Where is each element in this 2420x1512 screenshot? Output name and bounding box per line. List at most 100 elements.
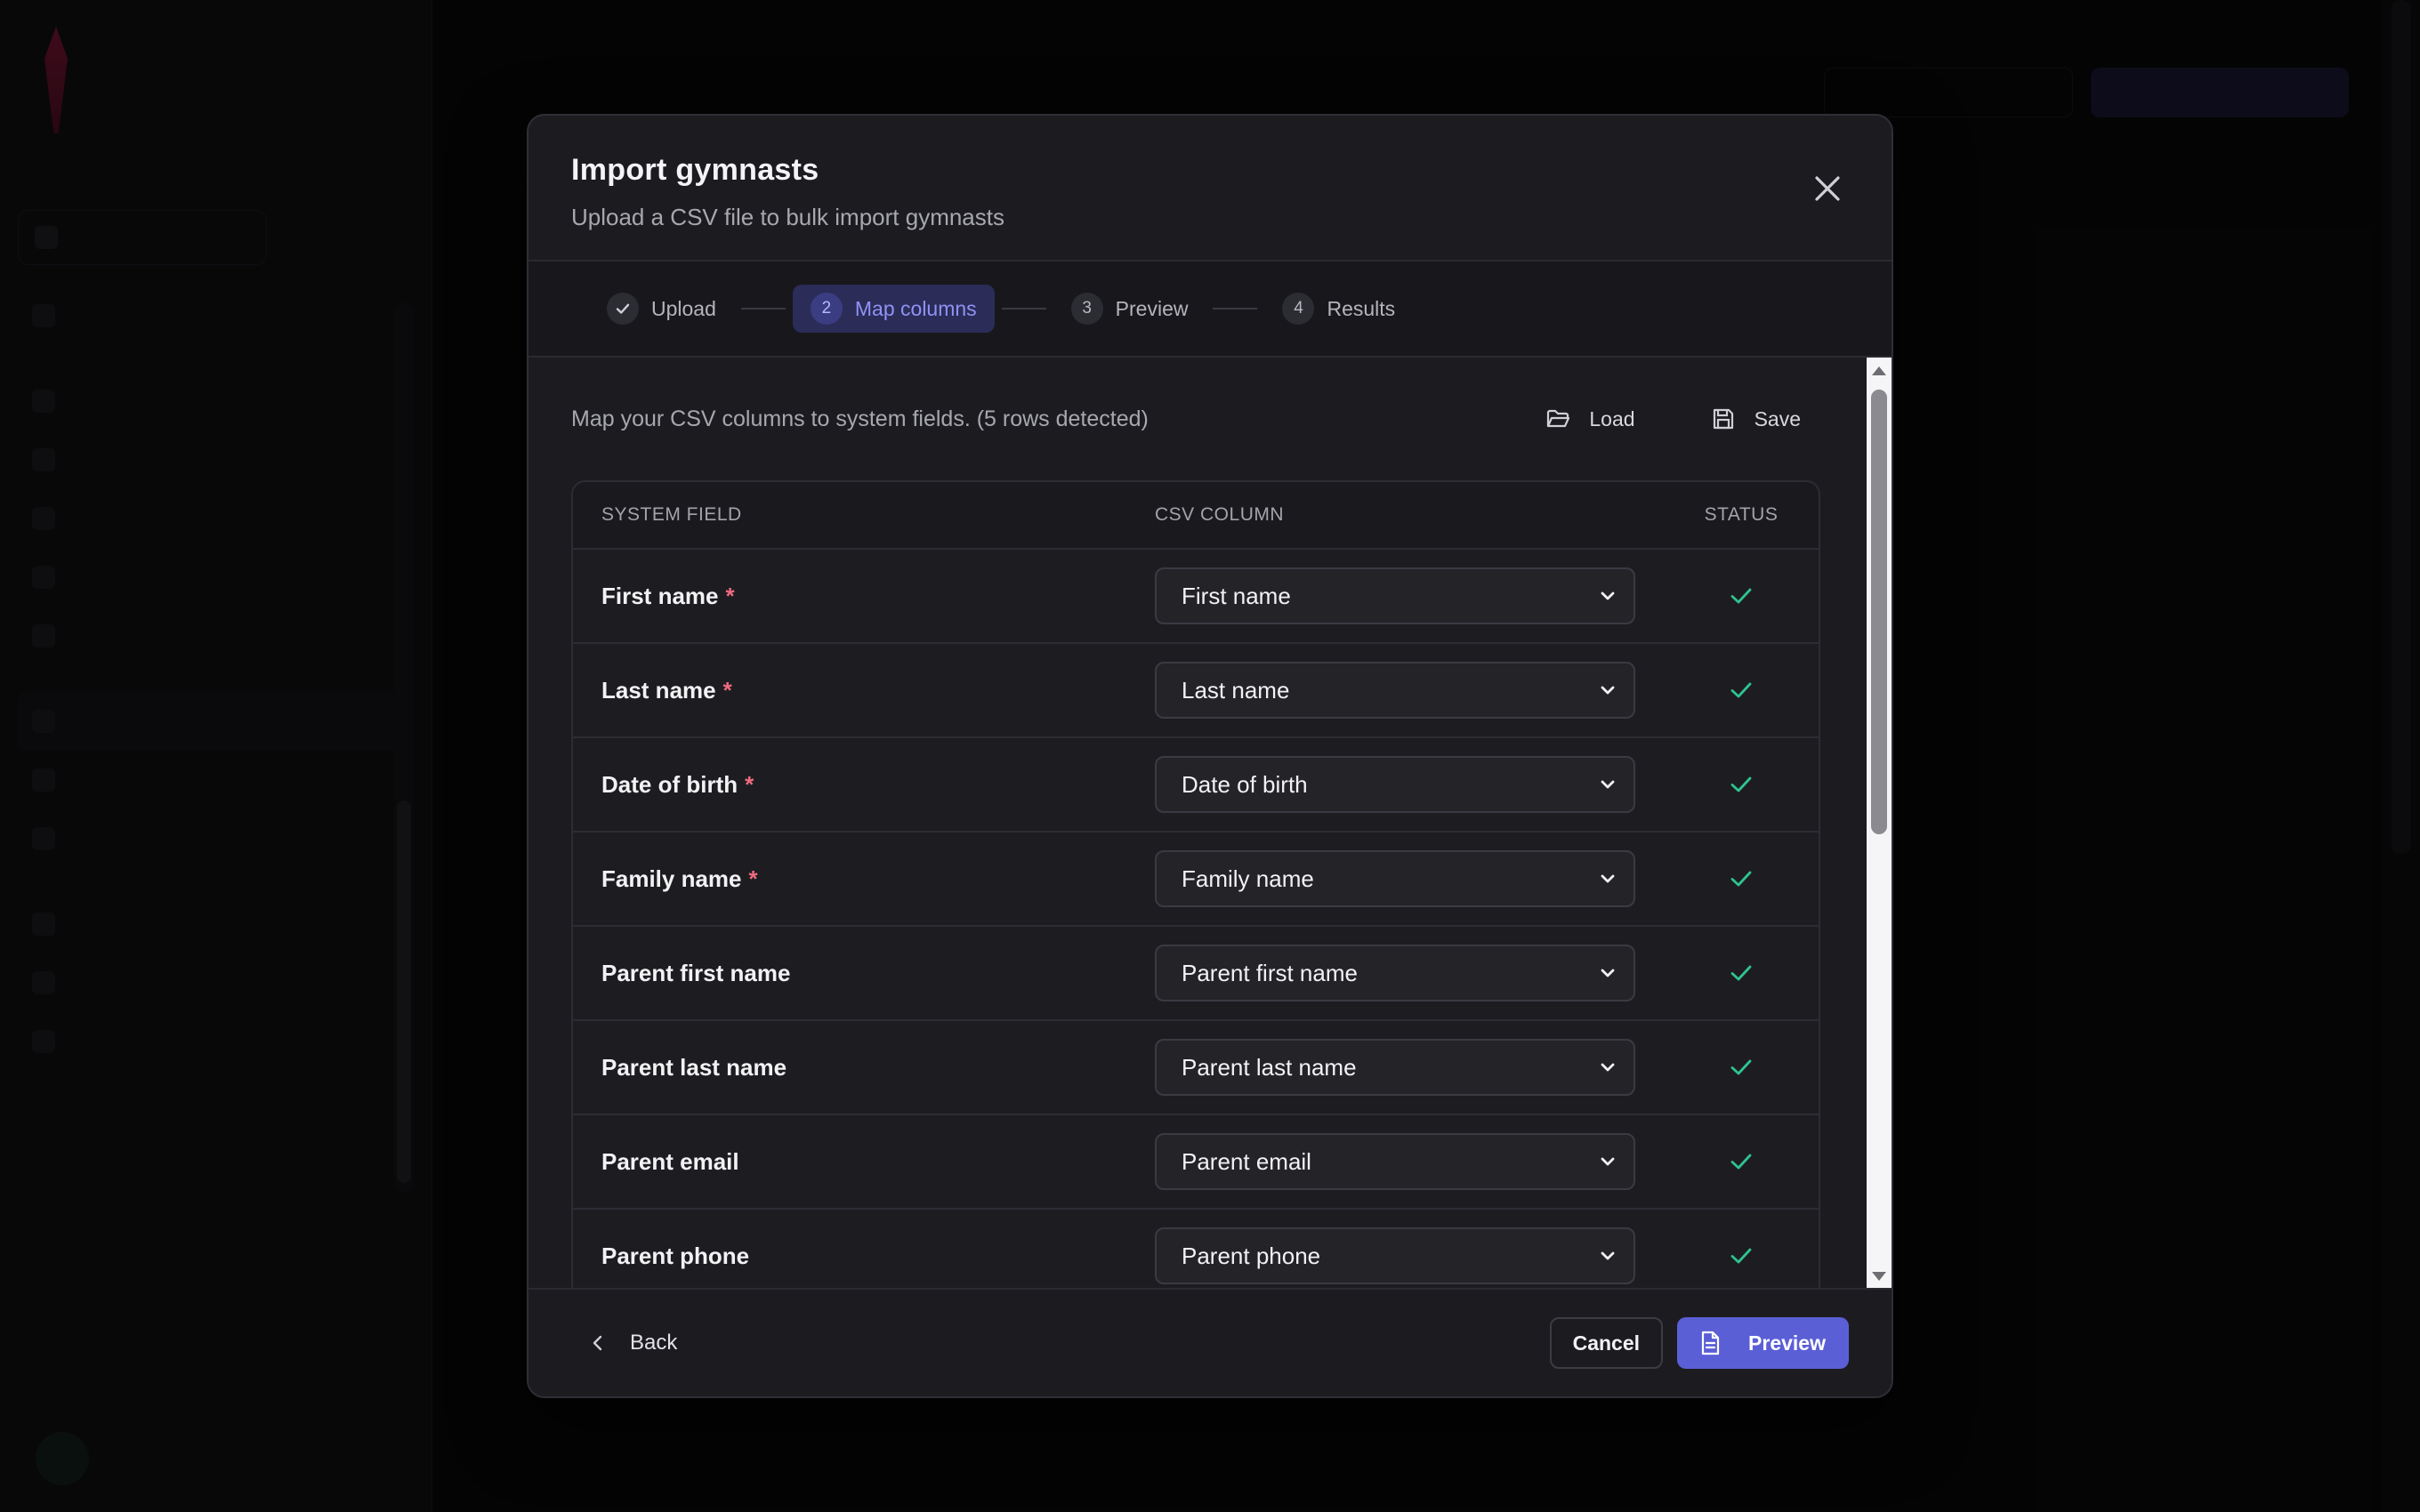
field-name: Family name — [601, 865, 742, 892]
table-row: Family name * Family name — [573, 832, 1819, 927]
csv-column-cell: Parent first name — [1155, 945, 1692, 1001]
table-row: Date of birth * Date of birth — [573, 738, 1819, 832]
chevron-down-icon — [1601, 686, 1615, 695]
modal-header: Import gymnasts Upload a CSV file to bul… — [528, 116, 1892, 261]
check-icon — [1730, 682, 1752, 698]
check-icon — [1730, 1154, 1752, 1170]
csv-column-cell: Last name — [1155, 662, 1692, 719]
system-field-label: Last name * — [573, 677, 1155, 704]
check-icon — [1730, 965, 1752, 981]
step-badge-done — [607, 293, 639, 325]
field-name: First name — [601, 582, 719, 609]
csv-column-select[interactable]: Parent first name — [1155, 945, 1635, 1001]
cancel-button[interactable]: Cancel — [1549, 1317, 1664, 1369]
mapping-status — [1692, 959, 1819, 987]
csv-column-cell: Parent last name — [1155, 1039, 1692, 1096]
chevron-down-icon — [1601, 969, 1615, 977]
step-upload: Upload — [589, 285, 734, 333]
table-header: SYSTEM FIELD CSV COLUMN STATUS — [573, 482, 1819, 550]
save-mapping-button[interactable]: Save — [1690, 395, 1820, 443]
document-icon — [1701, 1331, 1720, 1355]
mapping-status — [1692, 770, 1819, 799]
check-icon — [1730, 588, 1752, 604]
required-marker: * — [748, 865, 758, 892]
modal-body: Map your CSV columns to system fields. (… — [528, 358, 1892, 1291]
step-preview: 3 Preview — [1053, 285, 1206, 333]
header-system-field: SYSTEM FIELD — [601, 504, 742, 525]
selected-csv-column: Last name — [1182, 676, 1290, 704]
step-map-columns: 2 Map columns — [792, 285, 995, 333]
csv-column-cell: Family name — [1155, 850, 1692, 907]
modal-title: Import gymnasts — [571, 153, 819, 187]
csv-column-select[interactable]: First name — [1155, 567, 1635, 624]
header-status: STATUS — [1704, 504, 1779, 525]
modal-footer: Back Cancel Preview — [528, 1288, 1892, 1396]
csv-column-select[interactable]: Parent email — [1155, 1133, 1635, 1190]
field-name: Last name — [601, 676, 716, 704]
scrollbar-thumb[interactable] — [1871, 390, 1887, 834]
preview-button[interactable]: Preview — [1677, 1317, 1849, 1369]
back-button[interactable]: Back — [571, 1316, 695, 1370]
folder-open-icon — [1547, 409, 1570, 428]
column-mapping-table: SYSTEM FIELD CSV COLUMN STATUS First nam… — [571, 480, 1820, 1291]
check-icon — [1730, 1248, 1752, 1264]
step-connector — [1001, 308, 1046, 310]
csv-column-cell: Parent phone — [1155, 1227, 1692, 1284]
table-row: Parent last name Parent last name — [573, 1021, 1819, 1115]
required-marker: * — [722, 676, 732, 704]
mapping-status — [1692, 1147, 1819, 1176]
load-mapping-button[interactable]: Load — [1525, 395, 1654, 443]
selected-csv-column: Family name — [1182, 865, 1314, 892]
mapping-status — [1692, 865, 1819, 893]
csv-column-select[interactable]: Parent phone — [1155, 1227, 1635, 1284]
load-label: Load — [1589, 406, 1635, 430]
scroll-down-arrow-icon[interactable] — [1872, 1272, 1886, 1281]
table-body: First name * First name Last name * Last name… — [573, 550, 1819, 1291]
csv-column-select[interactable]: Family name — [1155, 850, 1635, 907]
required-marker: * — [745, 770, 754, 798]
table-row: Parent phone Parent phone — [573, 1210, 1819, 1291]
close-icon — [1815, 176, 1840, 201]
csv-column-cell: Date of birth — [1155, 756, 1692, 813]
field-name: Parent last name — [601, 1053, 787, 1081]
header-csv-column: CSV COLUMN — [1155, 504, 1285, 525]
table-row: Parent email Parent email — [573, 1115, 1819, 1210]
selected-csv-column: Date of birth — [1182, 770, 1308, 798]
mapping-description: Map your CSV columns to system fields. (… — [571, 406, 1149, 431]
system-field-label: Parent last name — [573, 1054, 1155, 1082]
system-field-label: First name * — [573, 583, 1155, 610]
stepper: Upload 2 Map columns 3 Preview 4 Results — [528, 261, 1892, 358]
chevron-down-icon — [1601, 1157, 1615, 1166]
save-label: Save — [1754, 406, 1801, 430]
step-label: Preview — [1115, 296, 1189, 320]
modal-scrollbar[interactable] — [1867, 358, 1892, 1291]
field-name: Parent first name — [601, 959, 791, 986]
chevron-left-icon — [593, 1335, 602, 1351]
check-icon — [616, 303, 630, 314]
chevron-down-icon — [1601, 780, 1615, 789]
field-name: Parent phone — [601, 1242, 750, 1269]
modal-subtitle: Upload a CSV file to bulk import gymnast… — [571, 204, 1004, 230]
field-name: Parent email — [601, 1147, 739, 1175]
csv-column-select[interactable]: Parent last name — [1155, 1039, 1635, 1096]
mapping-status — [1692, 1053, 1819, 1082]
selected-csv-column: Parent phone — [1182, 1242, 1321, 1269]
table-row: First name * First name — [573, 550, 1819, 644]
chevron-down-icon — [1601, 1251, 1615, 1260]
scroll-up-arrow-icon[interactable] — [1872, 366, 1886, 375]
chevron-down-icon — [1601, 874, 1615, 883]
step-label: Map columns — [854, 296, 977, 320]
system-field-label: Date of birth * — [573, 771, 1155, 799]
footer-actions: Cancel Preview — [1549, 1317, 1849, 1369]
mapping-status — [1692, 676, 1819, 704]
step-connector — [740, 308, 786, 310]
chevron-down-icon — [1601, 591, 1615, 600]
field-name: Date of birth — [601, 770, 738, 798]
chevron-down-icon — [1601, 1063, 1615, 1072]
check-icon — [1730, 1059, 1752, 1075]
step-number: 4 — [1282, 293, 1315, 325]
close-button[interactable] — [1808, 169, 1847, 208]
system-field-label: Parent email — [573, 1148, 1155, 1176]
csv-column-select[interactable]: Date of birth — [1155, 756, 1635, 813]
csv-column-select[interactable]: Last name — [1155, 662, 1635, 719]
